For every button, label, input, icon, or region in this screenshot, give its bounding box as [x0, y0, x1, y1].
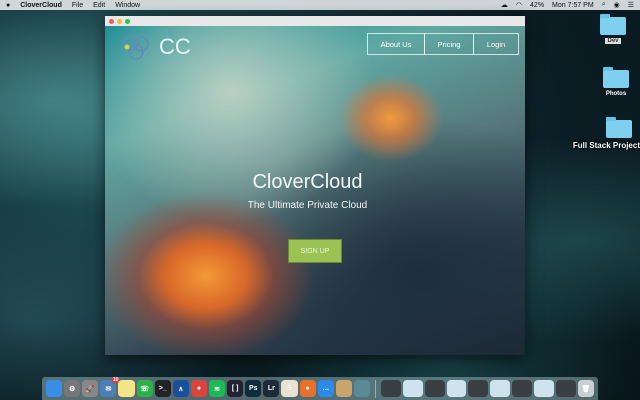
- wifi-icon[interactable]: ◠: [516, 1, 522, 9]
- dock-messenger-icon[interactable]: …: [317, 380, 334, 397]
- dock-photoshop-icon[interactable]: Ps: [245, 380, 262, 397]
- zoom-button[interactable]: [125, 18, 130, 24]
- dock-minimized-window[interactable]: [380, 380, 401, 397]
- clock[interactable]: Mon 7:57 PM: [552, 2, 594, 9]
- dock-finder-icon[interactable]: [46, 380, 63, 397]
- menu-file[interactable]: File: [72, 2, 83, 9]
- folder-icon: [606, 117, 632, 138]
- dock-trash-icon[interactable]: 🗑: [577, 380, 595, 397]
- dock-minimized-window[interactable]: [468, 380, 489, 397]
- siri-icon[interactable]: ◉: [614, 1, 620, 9]
- battery-percent[interactable]: 42%: [530, 2, 544, 9]
- nav-about-us[interactable]: About Us: [367, 33, 425, 55]
- sign-up-button[interactable]: SIGN UP: [288, 239, 342, 263]
- dock-minimized-window[interactable]: [446, 380, 467, 397]
- dock-brackets-icon[interactable]: [ ]: [227, 380, 244, 397]
- hero-section: CC About Us Pricing Login CloverCloud Th…: [105, 26, 525, 355]
- dock-separator: [374, 379, 376, 398]
- dock: ⚙ 🚀 ✉ 10 ☏ >_ ∧ ● ≋[ ] Ps Lr S ●… 🗑: [42, 377, 598, 400]
- desktop-folder-photos[interactable]: Photos: [603, 67, 629, 97]
- folder-icon: [600, 14, 626, 35]
- desktop-folder-dev[interactable]: Dev: [600, 14, 626, 44]
- dock-minimized-window[interactable]: [490, 380, 511, 397]
- menu-bar: ● CloverCloud File Edit Window ☁ ◠ 42% M…: [0, 0, 640, 10]
- hero-title: CloverCloud: [252, 171, 363, 193]
- hero-subtitle: The Ultimate Private Cloud: [247, 200, 368, 211]
- dock-minimized-window[interactable]: [556, 380, 576, 397]
- dock-mail-icon[interactable]: ✉ 10: [100, 377, 120, 397]
- menu-app-name[interactable]: CloverCloud: [20, 2, 62, 9]
- apple-icon[interactable]: ●: [6, 2, 10, 9]
- dock-firefox-icon[interactable]: ●: [299, 380, 316, 397]
- browser-window: CC About Us Pricing Login CloverCloud Th…: [105, 16, 525, 355]
- folder-icon: [603, 67, 629, 88]
- dock-minimized-window[interactable]: [512, 380, 533, 397]
- cloud-icon[interactable]: ☁: [501, 1, 508, 9]
- window-titlebar[interactable]: [105, 16, 525, 26]
- dock-minimized-window[interactable]: [424, 380, 445, 397]
- desktop-folder-full-stack-project[interactable]: Full Stack Project: [572, 117, 640, 150]
- dock-launchpad-icon[interactable]: 🚀: [82, 380, 99, 397]
- notification-center-icon[interactable]: ☰: [628, 1, 634, 9]
- clover-logo-icon: [123, 35, 149, 60]
- dock-notes-icon[interactable]: [118, 380, 135, 397]
- site-logo[interactable]: CC: [119, 34, 191, 60]
- dock-whatsapp-icon[interactable]: ☏: [136, 380, 153, 397]
- dock-slack-icon[interactable]: S: [281, 380, 298, 397]
- dock-spotify-icon[interactable]: ≋: [208, 380, 226, 397]
- dock-unknown-app-icon[interactable]: [353, 380, 370, 397]
- dock-minimized-window[interactable]: [402, 380, 423, 397]
- dock-nordvpn-icon[interactable]: ∧: [172, 380, 189, 397]
- site-nav: About Us Pricing Login: [367, 33, 519, 55]
- dock-minimized-window[interactable]: [534, 380, 555, 397]
- nav-pricing[interactable]: Pricing: [424, 33, 474, 55]
- dock-terminal-icon[interactable]: >_: [154, 380, 171, 397]
- dock-preview-icon[interactable]: [335, 380, 352, 397]
- dock-system-preferences-icon[interactable]: ⚙: [64, 380, 81, 397]
- nav-login[interactable]: Login: [473, 33, 519, 55]
- minimize-button[interactable]: [117, 18, 122, 24]
- dock-chrome-icon[interactable]: ●: [190, 380, 207, 397]
- dock-lightroom-icon[interactable]: Lr: [263, 380, 280, 397]
- menu-window[interactable]: Window: [115, 2, 140, 9]
- spotlight-search-icon[interactable]: ⌕: [602, 1, 606, 9]
- menu-edit[interactable]: Edit: [93, 2, 105, 9]
- close-button[interactable]: [109, 18, 114, 24]
